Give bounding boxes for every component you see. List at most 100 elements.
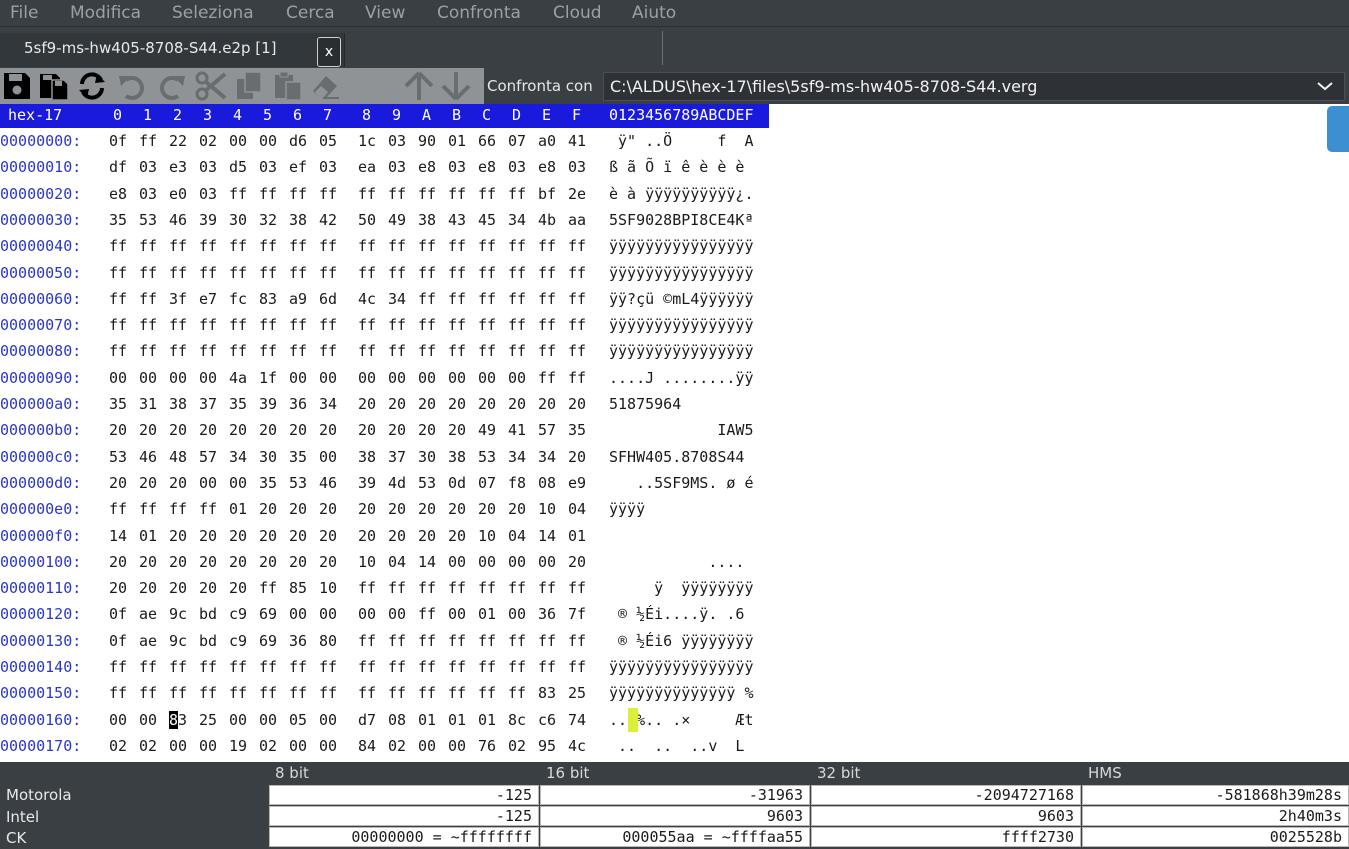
- hex-byte[interactable]: 53: [109, 448, 127, 466]
- hex-byte[interactable]: 2e: [568, 185, 586, 203]
- row-ascii[interactable]: ÿÿ?çü ©mL4ÿÿÿÿÿÿ: [609, 290, 754, 308]
- hex-byte[interactable]: f8: [508, 474, 526, 492]
- hex-byte[interactable]: 20: [478, 395, 496, 413]
- hex-byte[interactable]: ff: [478, 264, 496, 282]
- hex-byte[interactable]: 00: [418, 369, 436, 387]
- hex-byte[interactable]: ff: [388, 316, 406, 334]
- hex-byte[interactable]: ff: [289, 342, 307, 360]
- hex-byte[interactable]: 03: [139, 158, 157, 176]
- hex-byte[interactable]: 00: [199, 474, 217, 492]
- hex-byte[interactable]: 10: [478, 527, 496, 545]
- hex-byte[interactable]: ff: [478, 684, 496, 702]
- hex-byte[interactable]: ff: [508, 185, 526, 203]
- hex-byte[interactable]: ff: [139, 658, 157, 676]
- hex-byte[interactable]: ff: [289, 237, 307, 255]
- hex-byte[interactable]: 36: [289, 395, 307, 413]
- hex-byte[interactable]: e8: [418, 158, 436, 176]
- hex-byte[interactable]: ff: [418, 290, 436, 308]
- hex-row[interactable]: 000000e0: ff ff ff ff 01 20 20 20 20 20 20 20 20 20 10 0…: [0, 500, 780, 526]
- hex-byte[interactable]: 9c: [169, 605, 187, 623]
- menu-file[interactable]: File: [10, 0, 38, 26]
- hex-byte[interactable]: 90: [418, 132, 436, 150]
- hex-byte[interactable]: 00: [319, 711, 337, 729]
- hex-byte[interactable]: 10: [358, 553, 376, 571]
- hex-byte[interactable]: 02: [139, 737, 157, 755]
- row-ascii[interactable]: ® ½Éi6 ÿÿÿÿÿÿÿÿ: [609, 632, 753, 650]
- hex-byte[interactable]: 03: [448, 158, 466, 176]
- hex-byte[interactable]: 49: [478, 421, 496, 439]
- hex-byte[interactable]: 00: [199, 737, 217, 755]
- hex-byte[interactable]: ff: [109, 264, 127, 282]
- hex-byte[interactable]: ff: [139, 132, 157, 150]
- hex-byte[interactable]: 53: [418, 474, 436, 492]
- hex-byte[interactable]: ff: [358, 579, 376, 597]
- hex-byte[interactable]: 85: [289, 579, 307, 597]
- hex-byte[interactable]: ff: [508, 632, 526, 650]
- hex-grid[interactable]: 00000000: 0f ff 22 02 00 00 d6 05 1c 03 90 01 66 07 a0 4…: [0, 128, 780, 760]
- hex-byte[interactable]: ff: [358, 658, 376, 676]
- hex-byte[interactable]: d7: [358, 711, 376, 729]
- hex-byte[interactable]: ff: [418, 237, 436, 255]
- hex-byte[interactable]: 39: [259, 395, 277, 413]
- hex-byte[interactable]: ff: [319, 684, 337, 702]
- hex-byte[interactable]: 01: [478, 605, 496, 623]
- hex-byte[interactable]: 00: [358, 369, 376, 387]
- hex-byte[interactable]: ff: [259, 237, 277, 255]
- hex-byte[interactable]: e8: [478, 158, 496, 176]
- hex-byte[interactable]: 20: [289, 500, 307, 518]
- hex-byte[interactable]: ff: [358, 684, 376, 702]
- hex-byte[interactable]: 20: [358, 395, 376, 413]
- hex-byte[interactable]: ff: [538, 632, 556, 650]
- hex-byte[interactable]: ff: [319, 658, 337, 676]
- hex-row[interactable]: 00000000: 0f ff 22 02 00 00 d6 05 1c 03 90 01 66 07 a0 4…: [0, 132, 780, 158]
- hex-byte[interactable]: a0: [538, 132, 556, 150]
- hex-byte[interactable]: ff: [358, 185, 376, 203]
- hex-byte[interactable]: 30: [259, 448, 277, 466]
- hex-byte[interactable]: 36: [289, 632, 307, 650]
- hex-byte[interactable]: 4a: [229, 369, 247, 387]
- hex-byte[interactable]: 32: [259, 211, 277, 229]
- row-ascii[interactable]: ..5SF9MS. ø é: [609, 474, 753, 492]
- hex-row[interactable]: 00000020: e8 03 e0 03 ff ff ff ff ff ff ff ff ff ff bf 2…: [0, 185, 780, 211]
- hex-byte[interactable]: 20: [358, 421, 376, 439]
- hex-byte[interactable]: 3f: [169, 290, 187, 308]
- row-ascii[interactable]: 51875964: [609, 395, 754, 413]
- hex-byte[interactable]: ff: [448, 658, 466, 676]
- hex-byte[interactable]: 00: [448, 737, 466, 755]
- row-ascii[interactable]: ÿ ÿÿÿÿÿÿÿÿ: [609, 579, 753, 597]
- hex-byte[interactable]: ff: [109, 316, 127, 334]
- hex-byte[interactable]: ff: [289, 658, 307, 676]
- hex-byte[interactable]: ff: [139, 684, 157, 702]
- hex-byte[interactable]: 80: [319, 632, 337, 650]
- row-ascii[interactable]: ÿÿÿÿÿÿÿÿÿÿÿÿÿÿÿÿ: [609, 316, 754, 334]
- row-ascii[interactable]: ß ã Õ ï ê è è è: [609, 158, 754, 176]
- hex-byte[interactable]: ff: [289, 185, 307, 203]
- hex-byte[interactable]: 48: [169, 448, 187, 466]
- hex-byte[interactable]: 20: [319, 500, 337, 518]
- hex-byte[interactable]: 00: [508, 369, 526, 387]
- hex-byte[interactable]: ff: [508, 237, 526, 255]
- hex-byte[interactable]: 20: [259, 421, 277, 439]
- file-tab[interactable]: 5sf9-ms-hw405-8708-S44.e2p [1] x: [0, 33, 345, 67]
- hex-byte[interactable]: 20: [358, 500, 376, 518]
- hex-row[interactable]: 00000100: 20 20 20 20 20 20 20 20 10 04 14 00 00 00 00 2…: [0, 553, 780, 579]
- hex-byte[interactable]: ff: [139, 264, 157, 282]
- hex-byte[interactable]: 01: [478, 711, 496, 729]
- row-ascii[interactable]: ....: [609, 553, 754, 571]
- hex-byte[interactable]: 20: [418, 421, 436, 439]
- hex-byte[interactable]: c6: [538, 711, 556, 729]
- hex-byte[interactable]: ae: [139, 605, 157, 623]
- hex-byte[interactable]: 20: [388, 395, 406, 413]
- hex-byte[interactable]: 20: [289, 553, 307, 571]
- menu-seleziona[interactable]: Seleziona: [172, 0, 254, 26]
- hex-byte[interactable]: ff: [508, 658, 526, 676]
- hex-byte[interactable]: 20: [319, 421, 337, 439]
- hex-byte[interactable]: 00: [229, 132, 247, 150]
- save-as-icon[interactable]: [38, 70, 70, 102]
- hex-byte[interactable]: ff: [508, 342, 526, 360]
- hex-byte[interactable]: 07: [508, 132, 526, 150]
- hex-byte[interactable]: ff: [229, 264, 247, 282]
- hex-byte[interactable]: 04: [508, 527, 526, 545]
- hex-byte[interactable]: 20: [169, 527, 187, 545]
- hex-byte[interactable]: c9: [229, 605, 247, 623]
